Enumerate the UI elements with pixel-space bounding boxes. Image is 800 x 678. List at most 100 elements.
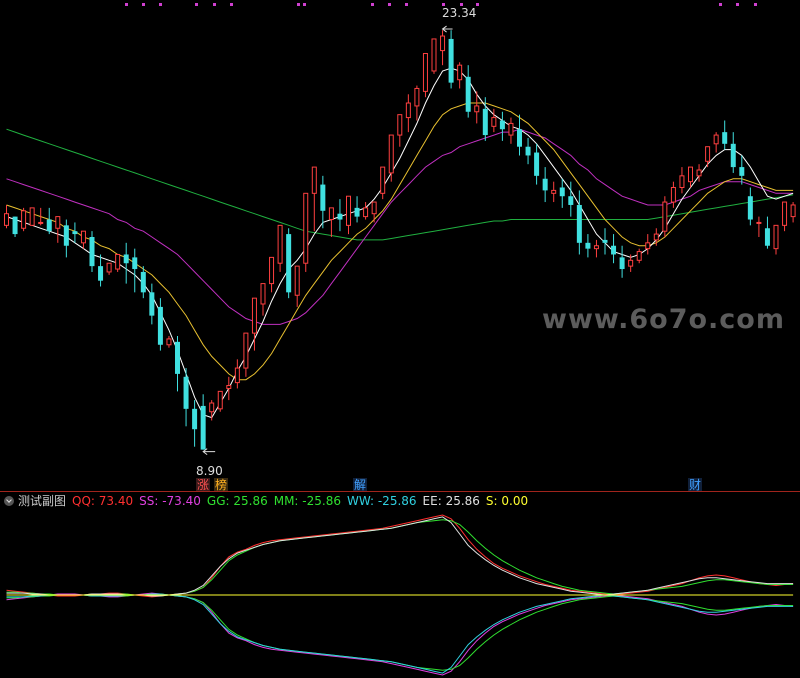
- candle-42: [363, 202, 369, 220]
- top-dot-6: [297, 3, 300, 6]
- legend-ee: EE: 25.86: [422, 494, 480, 508]
- legend-mm: MM: -25.86: [273, 494, 341, 508]
- marker-cai[interactable]: 财: [688, 478, 703, 492]
- price-panel[interactable]: [0, 0, 800, 491]
- candle-body: [115, 253, 121, 270]
- candle-body: [662, 201, 668, 232]
- series-ww-line: [6, 593, 794, 674]
- indicator-legend: 测试副图 QQ: 73.40 SS: -73.40 GG: 25.86 MM: -25.…: [0, 493, 800, 509]
- candle-body: [491, 117, 497, 127]
- indicator-panel[interactable]: [0, 510, 800, 678]
- candle-88: [756, 216, 762, 237]
- legend-s: S: 0.00: [485, 494, 529, 508]
- candle-body: [482, 108, 488, 136]
- marker-bang[interactable]: 榜: [214, 478, 229, 492]
- candle-body: [670, 186, 676, 203]
- candle-body: [311, 166, 317, 194]
- candle-9: [80, 230, 86, 249]
- candle-86: [739, 155, 745, 185]
- candle-85: [730, 132, 736, 173]
- candle-49: [422, 53, 428, 98]
- candle-body: [346, 195, 351, 226]
- candle-body: [688, 166, 693, 183]
- candle-90: [773, 224, 779, 255]
- candle-63: [542, 167, 548, 203]
- candle-body: [782, 201, 788, 226]
- top-dot-3: [195, 3, 198, 6]
- candle-65: [559, 178, 565, 208]
- candle-27: [234, 359, 240, 389]
- candle-37: [320, 175, 326, 229]
- candle-87: [747, 187, 753, 226]
- candle-89: [764, 216, 770, 249]
- candle-body: [730, 143, 736, 168]
- high-price-label: 23.34: [442, 6, 477, 20]
- candle-body: [46, 219, 52, 232]
- candle-body: [440, 35, 446, 52]
- candle-body: [542, 178, 548, 191]
- candle-body: [106, 262, 112, 273]
- candle-body: [397, 114, 403, 136]
- candle-body: [636, 251, 642, 261]
- candle-32: [277, 224, 283, 272]
- candle-body: [166, 338, 172, 346]
- marker-jie[interactable]: 解: [353, 478, 368, 492]
- candle-body: [12, 216, 18, 235]
- candle-body: [277, 224, 283, 264]
- candle-39: [337, 199, 343, 232]
- top-dot-0: [125, 3, 128, 6]
- candle-0: [4, 204, 9, 229]
- candle-body: [414, 87, 420, 107]
- indicator-title[interactable]: 测试副图: [18, 494, 66, 508]
- candle-36: [311, 166, 317, 232]
- candle-body: [29, 207, 35, 226]
- candle-15: [132, 248, 138, 293]
- candle-body: [525, 146, 531, 156]
- top-dot-2: [159, 3, 162, 6]
- candle-body: [448, 38, 454, 83]
- candle-body: [269, 256, 275, 285]
- candle-83: [713, 132, 719, 153]
- candle-38: [328, 207, 334, 237]
- candle-74: [636, 248, 642, 264]
- candle-body: [337, 213, 343, 220]
- candlestick-series: [4, 30, 796, 450]
- candle-body: [200, 405, 206, 450]
- candle-body: [756, 221, 762, 224]
- candle-body: [405, 102, 411, 119]
- candle-body: [508, 122, 514, 136]
- candle-44: [380, 166, 386, 200]
- candle-body: [98, 266, 104, 281]
- candle-body: [593, 245, 599, 250]
- top-dot-5: [230, 3, 233, 6]
- candle-body: [234, 367, 240, 384]
- candle-26: [226, 376, 232, 401]
- candle-body: [294, 265, 300, 296]
- watermark: www.6o7o.com: [542, 304, 785, 335]
- stock-chart[interactable]: 23.34 8.90 涨 榜 解 财 www.6o7o.com 测试副图 QQ: …: [0, 0, 800, 678]
- candle-body: [474, 105, 480, 113]
- candle-22: [192, 400, 198, 447]
- candle-body: [534, 152, 540, 176]
- candle-68: [585, 234, 591, 258]
- candle-51: [440, 30, 446, 66]
- candle-body: [679, 175, 685, 188]
- candle-8: [72, 222, 78, 243]
- candle-body: [149, 292, 155, 316]
- marker-zhang[interactable]: 涨: [196, 478, 211, 492]
- candle-body: [380, 166, 386, 194]
- candle-10: [89, 231, 95, 272]
- candle-40: [346, 195, 351, 235]
- collapse-icon[interactable]: [4, 496, 14, 506]
- candle-16: [140, 266, 146, 299]
- top-dot-13: [476, 3, 479, 6]
- candle-body: [371, 201, 377, 215]
- candle-30: [260, 283, 266, 316]
- candle-body: [209, 402, 215, 413]
- candle-57: [491, 108, 497, 133]
- candle-71: [611, 234, 617, 264]
- candle-52: [448, 30, 454, 89]
- candle-82: [705, 146, 711, 168]
- candle-12: [106, 262, 112, 275]
- candle-body: [457, 64, 463, 81]
